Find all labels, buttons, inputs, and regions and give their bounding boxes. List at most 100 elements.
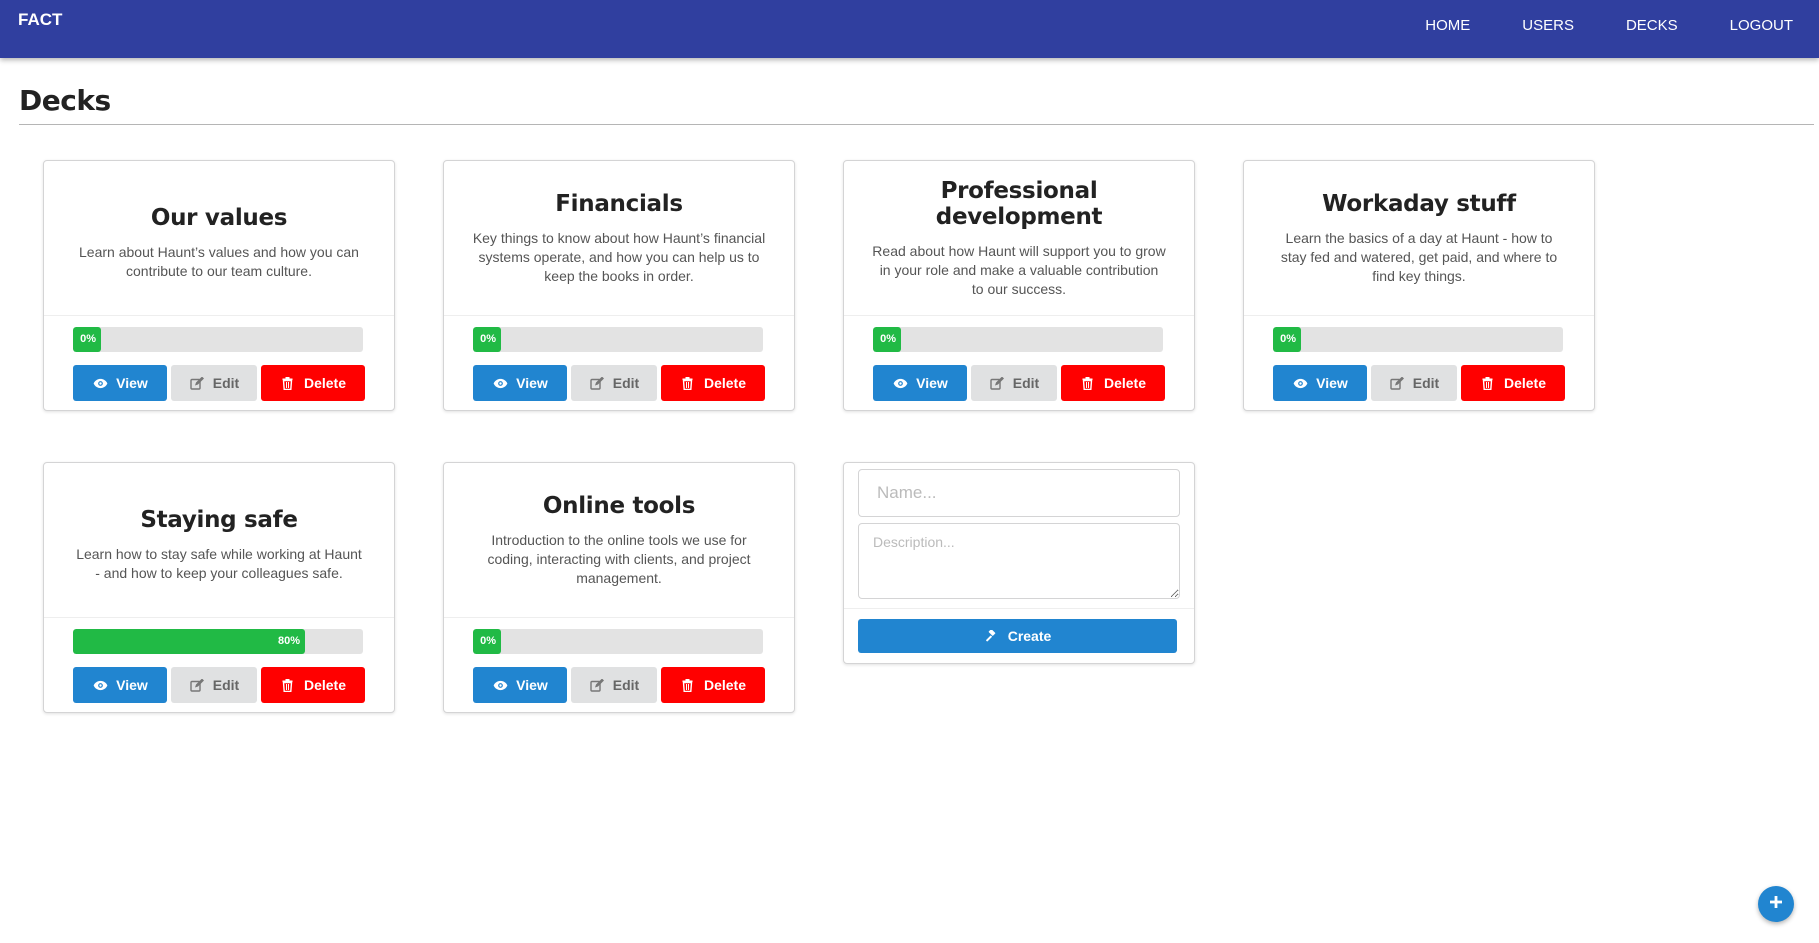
- edit-button[interactable]: Edit: [171, 667, 257, 703]
- deck-progress-fill: 0%: [473, 327, 501, 352]
- deck-progress-label: 0%: [1280, 333, 1296, 345]
- trash-icon: [680, 376, 696, 390]
- deck-actions: View Edit Delete: [73, 365, 365, 401]
- delete-button[interactable]: Delete: [661, 667, 765, 703]
- view-button[interactable]: View: [873, 365, 967, 401]
- edit-icon: [189, 376, 205, 390]
- deck-progress-bar: 0%: [473, 327, 763, 352]
- nav-decks[interactable]: DECKS: [1600, 0, 1704, 52]
- deck-description: Learn about Haunt’s values and how you c…: [79, 244, 359, 279]
- edit-button-label: Edit: [212, 677, 240, 693]
- deck-actions: View Edit Delete: [873, 365, 1165, 401]
- create-deck-form: Create: [843, 462, 1195, 664]
- edit-button[interactable]: Edit: [971, 365, 1057, 401]
- title-divider: [19, 124, 1814, 125]
- deck-title: Financials: [555, 190, 683, 217]
- deck-description: Read about how Haunt will support you to…: [872, 242, 1166, 297]
- view-button[interactable]: View: [73, 667, 167, 703]
- deck-title: Professional development: [935, 177, 1103, 230]
- edit-button[interactable]: Edit: [171, 365, 257, 401]
- delete-button-label: Delete: [1103, 375, 1147, 391]
- delete-button[interactable]: Delete: [1461, 365, 1565, 401]
- deck-name-input[interactable]: [858, 469, 1180, 517]
- deck-title: Our values: [150, 205, 288, 231]
- deck-description-input[interactable]: [858, 523, 1180, 599]
- deck-card: Our values Learn about Haunt’s values an…: [43, 160, 395, 411]
- top-navbar: FACT HOME USERS DECKS LOGOUT: [0, 0, 1819, 58]
- deck-progress-fill: 0%: [473, 629, 501, 654]
- view-button[interactable]: View: [473, 365, 567, 401]
- deck-card: Financials Key things to know about how …: [443, 160, 795, 411]
- create-button-label: Create: [1007, 628, 1052, 644]
- eye-icon: [492, 678, 508, 692]
- deck-card: Workaday stuff Learn the basics of a day…: [1243, 160, 1595, 411]
- deck-description: Learn the basics of a day at Haunt - how…: [1280, 229, 1558, 284]
- trash-icon: [680, 678, 696, 692]
- view-button-label: View: [516, 677, 548, 693]
- view-button[interactable]: View: [473, 667, 567, 703]
- nav-links: HOME USERS DECKS LOGOUT: [1399, 0, 1819, 52]
- add-deck-fab[interactable]: [1758, 886, 1794, 922]
- deck-title: Staying safe: [140, 507, 298, 533]
- deck-progress-bar: 80%: [73, 629, 363, 654]
- eye-icon: [1292, 376, 1308, 390]
- view-button-label: View: [916, 375, 948, 391]
- delete-button-label: Delete: [303, 677, 347, 693]
- view-button[interactable]: View: [73, 365, 167, 401]
- deck-actions: View Edit Delete: [1273, 365, 1565, 401]
- deck-description: Key things to know about how Haunt’s fin…: [472, 229, 766, 284]
- deck-card-content: Online tools Introduction to the online …: [444, 463, 794, 618]
- deck-title: Online tools: [542, 492, 696, 519]
- deck-progress-bar: 0%: [1273, 327, 1563, 352]
- eye-icon: [92, 376, 108, 390]
- deck-progress-bar: 0%: [73, 327, 363, 352]
- edit-button-label: Edit: [612, 677, 640, 693]
- edit-icon: [589, 678, 605, 692]
- edit-button-label: Edit: [1012, 375, 1040, 391]
- eye-icon: [892, 376, 908, 390]
- delete-button-label: Delete: [703, 375, 747, 391]
- edit-button[interactable]: Edit: [1371, 365, 1457, 401]
- deck-progress-fill: 80%: [73, 629, 305, 654]
- deck-title: Workaday stuff: [1322, 190, 1516, 217]
- deck-progress-label: 0%: [880, 333, 896, 345]
- trash-icon: [280, 678, 296, 692]
- deck-card-content: Workaday stuff Learn the basics of a day…: [1244, 161, 1594, 316]
- edit-button-label: Edit: [612, 375, 640, 391]
- deck-card-content: Professional development Read about how …: [844, 161, 1194, 316]
- deck-card: Online tools Introduction to the online …: [443, 462, 795, 713]
- delete-button[interactable]: Delete: [661, 365, 765, 401]
- edit-button-label: Edit: [212, 375, 240, 391]
- nav-users[interactable]: USERS: [1496, 0, 1600, 52]
- deck-actions: View Edit Delete: [473, 365, 765, 401]
- edit-icon: [189, 678, 205, 692]
- form-divider: [844, 608, 1194, 609]
- deck-description: Introduction to the online tools we use …: [487, 531, 751, 586]
- edit-icon: [589, 376, 605, 390]
- edit-button-label: Edit: [1412, 375, 1440, 391]
- deck-card: Professional development Read about how …: [843, 160, 1195, 411]
- delete-button-label: Delete: [303, 375, 347, 391]
- nav-logout[interactable]: LOGOUT: [1704, 0, 1819, 52]
- view-button[interactable]: View: [1273, 365, 1367, 401]
- delete-button[interactable]: Delete: [261, 365, 365, 401]
- deck-card: Staying safe Learn how to stay safe whil…: [43, 462, 395, 713]
- edit-button[interactable]: Edit: [571, 365, 657, 401]
- edit-button[interactable]: Edit: [571, 667, 657, 703]
- brand-logo[interactable]: FACT: [18, 10, 62, 30]
- view-button-label: View: [516, 375, 548, 391]
- deck-progress-label: 80%: [277, 635, 300, 647]
- deck-progress-bar: 0%: [873, 327, 1163, 352]
- delete-button[interactable]: Delete: [261, 667, 365, 703]
- deck-progress-label: 0%: [480, 333, 496, 345]
- deck-card-content: Financials Key things to know about how …: [444, 161, 794, 316]
- deck-card-content: Staying safe Learn how to stay safe whil…: [44, 463, 394, 618]
- delete-button[interactable]: Delete: [1061, 365, 1165, 401]
- deck-progress-label: 0%: [80, 333, 96, 345]
- delete-button-label: Delete: [703, 677, 747, 693]
- nav-home[interactable]: HOME: [1399, 0, 1496, 52]
- eye-icon: [492, 376, 508, 390]
- create-button[interactable]: Create: [858, 619, 1177, 653]
- edit-icon: [1389, 376, 1405, 390]
- deck-progress-fill: 0%: [873, 327, 901, 352]
